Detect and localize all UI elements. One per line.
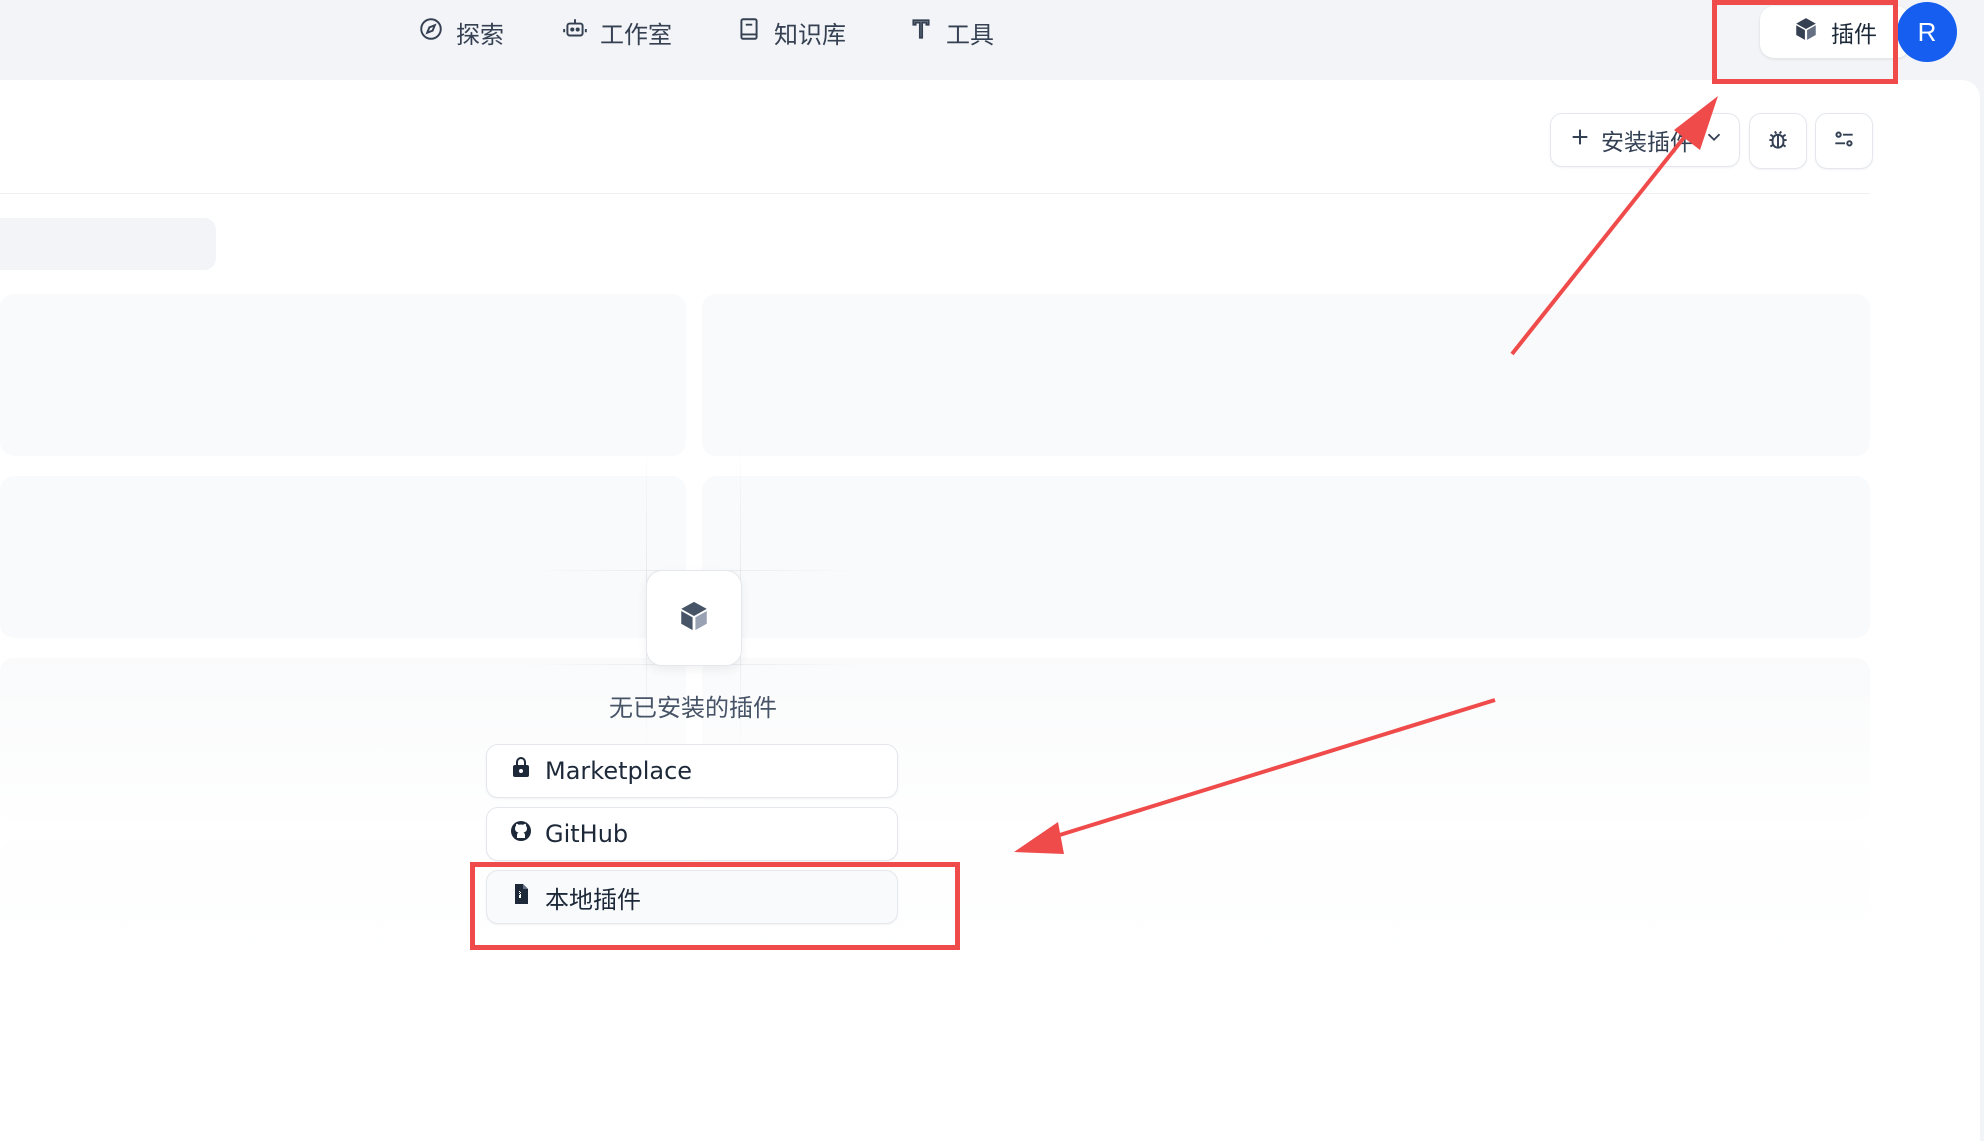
annotation-arrow-line — [1049, 698, 1496, 840]
annotation-arrow-line — [1510, 128, 1692, 356]
annotation-arrows — [1014, 96, 1718, 854]
annotation-arrowhead — [1014, 822, 1064, 854]
